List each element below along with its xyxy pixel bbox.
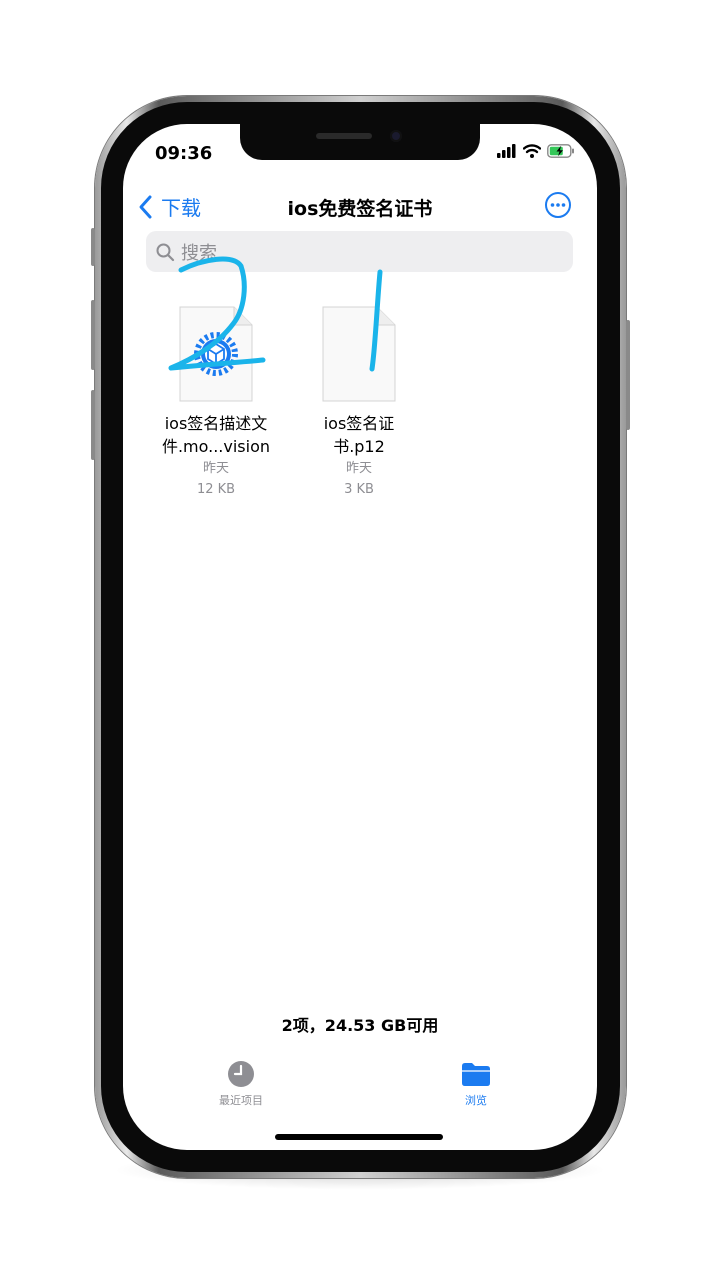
clock-icon: [228, 1061, 254, 1087]
more-options-icon[interactable]: [544, 191, 572, 219]
volume-up-button: [91, 300, 95, 370]
folder-icon: [462, 1063, 490, 1086]
tab-recents[interactable]: 最近项目: [196, 1060, 286, 1108]
file-name: ios签名证 书.p12: [294, 412, 424, 458]
notch: [240, 124, 480, 160]
file-name: ios签名描述文 件.mo...vision: [151, 412, 281, 458]
wifi-icon: [523, 144, 541, 158]
status-time: 09:36: [155, 143, 213, 164]
file-date: 昨天: [202, 461, 229, 476]
tab-browse[interactable]: 浏览: [431, 1060, 521, 1108]
front-camera: [390, 130, 402, 142]
file-name-line: 书.p12: [333, 437, 385, 456]
battery-charging-icon: [547, 144, 574, 158]
screen: 09:36 下载 ios免费签名证书 搜索 ios签名描述文 件.mo...vi…: [123, 124, 597, 1150]
search-field[interactable]: 搜索: [146, 231, 573, 272]
tab-label: 最近项目: [219, 1094, 263, 1107]
blank-document-icon: [322, 306, 396, 402]
search-placeholder: 搜索: [181, 242, 217, 264]
status-icons: [497, 144, 575, 158]
tab-label: 浏览: [465, 1094, 487, 1107]
file-name-line: 件.mo...vision: [161, 437, 271, 456]
file-item[interactable]: ios签名证 书.p12 昨天 3 KB: [294, 306, 424, 500]
file-size: 3 KB: [344, 482, 374, 497]
home-indicator[interactable]: [275, 1134, 443, 1140]
search-icon: [156, 243, 175, 261]
speaker: [316, 133, 372, 139]
file-thumbnail: [322, 306, 396, 402]
file-thumbnail: [179, 306, 253, 402]
file-name-line: ios签名描述文: [164, 414, 268, 433]
page-title: ios免费签名证书: [287, 198, 433, 220]
file-size: 12 KB: [196, 482, 236, 497]
cellular-signal-icon: [497, 144, 516, 158]
file-item[interactable]: ios签名描述文 件.mo...vision 昨天 12 KB: [151, 306, 281, 500]
file-name-line: ios签名证: [323, 414, 395, 433]
action-button: [91, 228, 95, 266]
volume-down-button: [91, 390, 95, 460]
file-date: 昨天: [345, 461, 372, 476]
power-button: [626, 320, 630, 430]
storage-info: 2项，24.53 GB可用: [281, 1016, 439, 1035]
gear-profile-icon: [194, 332, 238, 376]
